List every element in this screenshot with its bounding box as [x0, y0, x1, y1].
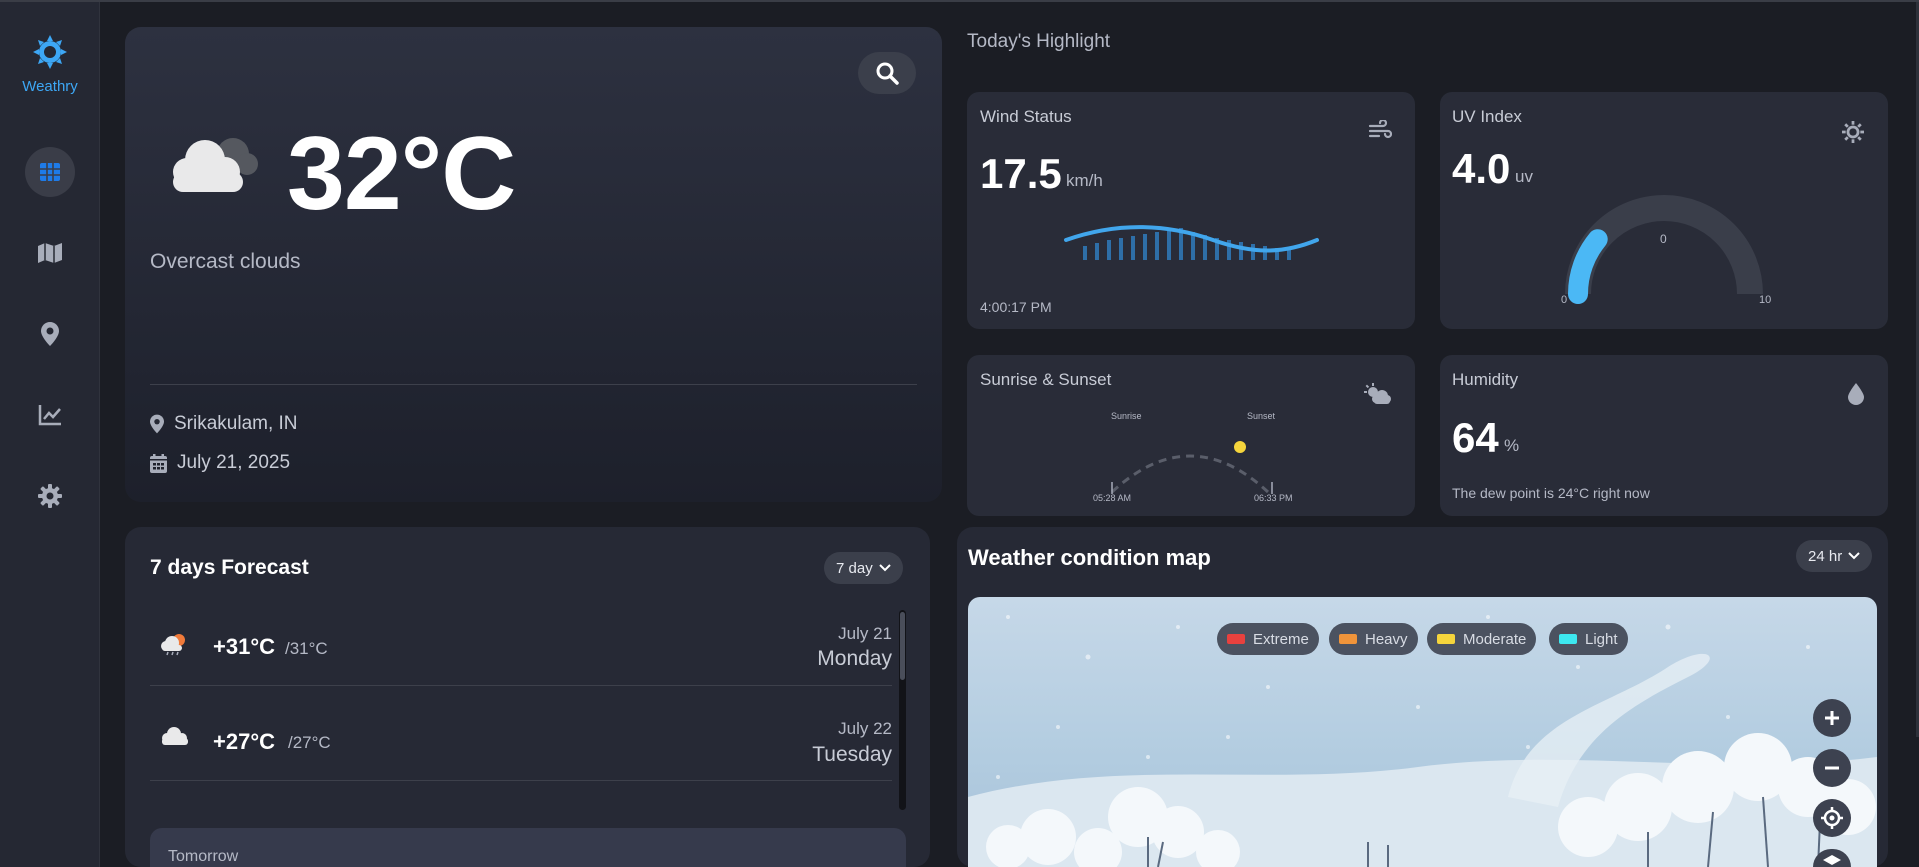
humidity-unit: %	[1504, 436, 1520, 455]
sidebar-item-map[interactable]	[25, 228, 75, 278]
zoom-in-button[interactable]	[1813, 699, 1851, 737]
uv-label: UV Index	[1452, 107, 1522, 126]
snowy-landscape-illustration	[968, 615, 1877, 867]
tomorrow-label: Tomorrow	[168, 848, 239, 865]
wind-speed-value: 17.5	[980, 150, 1062, 197]
legend-label: Light	[1585, 630, 1618, 648]
dew-point-note: The dew point is 24°C right now	[1452, 485, 1650, 501]
forecast-date: July 22	[838, 719, 892, 738]
location-pin-icon	[41, 322, 59, 346]
sidebar-item-settings[interactable]	[25, 471, 75, 521]
uv-gauge-min-label: 0	[1561, 294, 1568, 306]
cloud-sun-rain-icon	[161, 634, 185, 656]
forecast-day: Tuesday	[812, 743, 892, 766]
legend-light: Light	[1549, 623, 1628, 655]
sun-icon	[1842, 121, 1864, 143]
sidebar: Weathry	[0, 2, 100, 867]
plus-icon	[1825, 711, 1839, 725]
calendar-icon	[150, 453, 167, 473]
location-pin-icon	[150, 414, 164, 434]
uv-gauge-mid-label: 0	[1660, 232, 1667, 246]
zoom-out-button[interactable]	[1813, 749, 1851, 787]
forecast-range-dropdown[interactable]: 7 day	[824, 552, 903, 584]
sidebar-item-location[interactable]	[25, 309, 75, 359]
forecast-range-label: 7 day	[836, 559, 873, 577]
layers-icon	[1823, 855, 1841, 865]
app-logo[interactable]: Weathry	[20, 32, 80, 95]
legend-extreme: Extreme	[1217, 623, 1319, 655]
sunrise-sunset-label: Sunrise & Sunset	[980, 370, 1112, 389]
forecast-scrollbar-thumb[interactable]	[900, 612, 905, 680]
sunrise-label: Sunrise	[1111, 411, 1142, 421]
top-border	[0, 0, 1919, 2]
wind-status-card	[967, 92, 1415, 329]
chevron-down-icon	[1848, 552, 1860, 560]
forecast-low: /31°C	[285, 639, 328, 658]
divider	[150, 384, 917, 385]
forecast-high: +27°C	[213, 729, 276, 754]
wind-speed-unit: km/h	[1066, 171, 1103, 190]
current-date: July 21, 2025	[177, 452, 291, 473]
legend-label: Heavy	[1365, 630, 1408, 648]
wind-wave-graphic	[1064, 225, 1319, 260]
sunset-label: Sunset	[1247, 411, 1276, 421]
wind-label: Wind Status	[980, 107, 1072, 126]
sun-logo-icon	[33, 35, 67, 69]
app-name: Weathry	[22, 78, 78, 95]
chevron-down-icon	[878, 564, 891, 572]
swatch-heavy	[1339, 634, 1357, 644]
uv-index-value: 4.0	[1452, 145, 1511, 192]
swatch-moderate	[1437, 634, 1455, 644]
sidebar-item-dashboard[interactable]	[25, 147, 75, 197]
legend-label: Extreme	[1253, 630, 1309, 648]
tomorrow-card: Tomorrow	[150, 828, 906, 867]
sunrise-time: 05:28 AM	[1093, 493, 1132, 503]
search-icon	[876, 62, 899, 85]
humidity-value: 64	[1452, 414, 1499, 461]
legend-moderate: Moderate	[1427, 623, 1537, 655]
sun-path-arc	[1110, 441, 1273, 494]
wind-updated-time: 4:00:17 PM	[980, 299, 1052, 315]
forecast-low: /27°C	[288, 733, 331, 752]
date-row: July 21, 2025	[150, 452, 290, 474]
forecast-row[interactable]: +31°C /31°C July 21 Monday	[150, 594, 892, 686]
swatch-extreme	[1227, 634, 1245, 644]
swatch-light	[1559, 634, 1577, 644]
overcast-cloud-icon	[165, 130, 261, 199]
gear-icon	[38, 484, 62, 508]
uv-gauge	[1565, 195, 1763, 304]
water-drop-icon	[1848, 383, 1864, 405]
map-icon	[38, 243, 62, 263]
location-row: Srikakulam, IN	[150, 413, 298, 435]
forecast-day: Monday	[817, 647, 892, 670]
forecast-date: July 21	[838, 624, 892, 643]
location-name: Srikakulam, IN	[174, 413, 298, 434]
highlights-title: Today's Highlight	[967, 31, 1111, 52]
sun-cloud-icon	[1364, 383, 1391, 404]
weather-description: Overcast clouds	[150, 250, 301, 273]
uv-index-unit: uv	[1515, 167, 1533, 186]
forecast-high: +31°C	[213, 634, 276, 659]
weather-map[interactable]	[968, 597, 1877, 867]
sunset-time: 06:33 PM	[1254, 493, 1293, 503]
locate-button[interactable]	[1813, 799, 1851, 837]
map-title: Weather condition map	[968, 545, 1211, 570]
wind-icon	[1368, 120, 1392, 139]
legend-label: Moderate	[1463, 630, 1527, 648]
crosshair-icon	[1821, 807, 1843, 829]
current-temperature: 32°C	[287, 116, 516, 232]
minus-icon	[1825, 766, 1839, 770]
chart-line-icon	[38, 405, 61, 426]
forecast-title: 7 days Forecast	[150, 556, 309, 579]
forecast-row[interactable]: +27°C /27°C July 22 Tuesday	[150, 686, 892, 781]
humidity-label: Humidity	[1452, 370, 1519, 389]
uv-gauge-max-label: 10	[1759, 294, 1772, 306]
grid-icon	[40, 163, 60, 181]
search-button[interactable]	[858, 52, 916, 94]
map-range-dropdown[interactable]: 24 hr	[1796, 540, 1873, 572]
sidebar-item-charts[interactable]	[25, 390, 75, 440]
map-range-label: 24 hr	[1808, 547, 1843, 565]
legend-heavy: Heavy	[1329, 623, 1418, 655]
cloud-icon	[162, 727, 188, 745]
